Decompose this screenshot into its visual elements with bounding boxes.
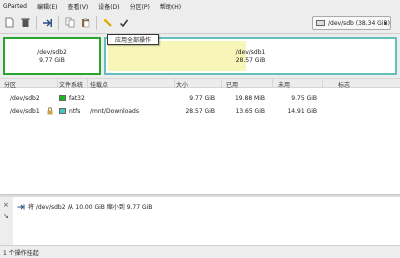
column-separator: [322, 79, 323, 88]
table-row[interactable]: /dev/sdb1 ntfs /mnt/Downloads 28.57 GiB …: [0, 106, 400, 117]
cell-partition: /dev/sdb1: [10, 108, 40, 115]
menu-bar: GParted 编辑(E) 查看(V) 设备(D) 分区(P) 帮助(H): [0, 0, 400, 12]
paste-button[interactable]: [79, 16, 92, 30]
cell-filesystem: fat32: [69, 95, 85, 102]
disk-icon: [316, 20, 325, 26]
undo-icon[interactable]: ↘: [3, 212, 9, 220]
pending-operations-panel: × ↘ 将 /dev/sdb2 从 10.00 GiB 缩小到 9.77 GiB: [0, 197, 400, 245]
column-separator: [272, 79, 273, 88]
cell-mountpoint: /mnt/Downloads: [90, 108, 139, 115]
menu-help[interactable]: 帮助(H): [160, 2, 181, 11]
lock-icon: [47, 107, 53, 115]
column-separator: [57, 79, 58, 88]
close-icon[interactable]: ×: [3, 201, 9, 209]
cell-partition: /dev/sdb2: [10, 95, 40, 102]
toolbar-separator: [96, 15, 97, 30]
partition-table: /dev/sdb2 fat32 9.77 GiB 19.88 MiB 9.75 …: [0, 88, 400, 194]
operation-text: 将 /dev/sdb2 从 10.00 GiB 缩小到 9.77 GiB: [28, 204, 153, 211]
status-text: 1 个操作挂起: [3, 249, 39, 257]
trash-icon: [21, 18, 30, 27]
column-separator: [221, 79, 222, 88]
filesystem-color-swatch: [59, 95, 66, 101]
diskmap-partition-sdb2[interactable]: /dev/sdb2 9.77 GiB: [3, 37, 101, 75]
partition-table-header: 分区 文件系统 挂载点 大小 已用 未用 标志: [0, 78, 400, 89]
menu-gparted[interactable]: GParted: [3, 3, 27, 10]
cell-unused: 9.75 GiB: [291, 95, 317, 102]
cell-size: 28.57 GiB: [185, 108, 215, 115]
table-row[interactable]: /dev/sdb2 fat32 9.77 GiB 19.88 MiB 9.75 …: [0, 93, 400, 104]
disk-map: /dev/sdb2 9.77 GiB /dev/sdb1 28.57 GiB: [3, 37, 397, 75]
paste-icon: [81, 18, 89, 28]
list-item[interactable]: 将 /dev/sdb2 从 10.00 GiB 缩小到 9.77 GiB: [17, 202, 152, 211]
resize-move-button[interactable]: [41, 16, 54, 30]
delete-partition-button[interactable]: [19, 16, 32, 30]
copy-button[interactable]: [63, 16, 76, 30]
diskmap-partition-size: 28.57 GiB: [235, 57, 266, 64]
diskmap-partition-text: /dev/sdb2 9.77 GiB: [5, 49, 99, 65]
diskmap-partition-text: /dev/sdb1 28.57 GiB: [106, 49, 395, 65]
menu-device[interactable]: 设备(D): [98, 2, 119, 11]
cell-size: 9.77 GiB: [189, 95, 215, 102]
column-separator: [174, 79, 175, 88]
diskmap-partition-name: /dev/sdb1: [235, 49, 266, 56]
new-partition-button[interactable]: [3, 16, 16, 30]
checkmark-icon: [119, 19, 128, 27]
diskmap-partition-name: /dev/sdb2: [37, 49, 67, 56]
cell-used: 13.65 GiB: [235, 108, 265, 115]
resize-arrow-icon: [17, 204, 25, 209]
undo-icon: [103, 18, 112, 27]
apply-tooltip: 应用全部操作: [107, 34, 159, 45]
filesystem-color-swatch: [59, 108, 66, 114]
diskmap-partition-size: 9.77 GiB: [39, 57, 65, 64]
toolbar-separator: [58, 15, 59, 30]
menu-edit[interactable]: 编辑(E): [37, 2, 57, 11]
copy-icon: [65, 17, 74, 28]
device-selector[interactable]: /dev/sdb (38.34 GiB) ▾: [312, 16, 391, 30]
toolbar-separator: [36, 15, 37, 30]
operations-sidebar: × ↘: [0, 197, 13, 245]
cell-filesystem: ntfs: [69, 108, 81, 115]
chevron-down-icon: ▾: [383, 20, 387, 27]
device-selector-value: /dev/sdb (38.34 GiB): [328, 19, 390, 27]
column-separator: [87, 79, 88, 88]
menu-view[interactable]: 查看(V): [67, 2, 88, 11]
menu-partition[interactable]: 分区(P): [130, 2, 150, 11]
resize-arrow-icon: [43, 18, 52, 27]
status-bar: 1 个操作挂起: [0, 245, 400, 258]
apply-button[interactable]: [117, 16, 130, 30]
cell-used: 19.88 MiB: [234, 95, 265, 102]
undo-button[interactable]: [101, 16, 114, 30]
new-document-icon: [5, 17, 14, 28]
cell-unused: 14.91 GiB: [287, 108, 317, 115]
